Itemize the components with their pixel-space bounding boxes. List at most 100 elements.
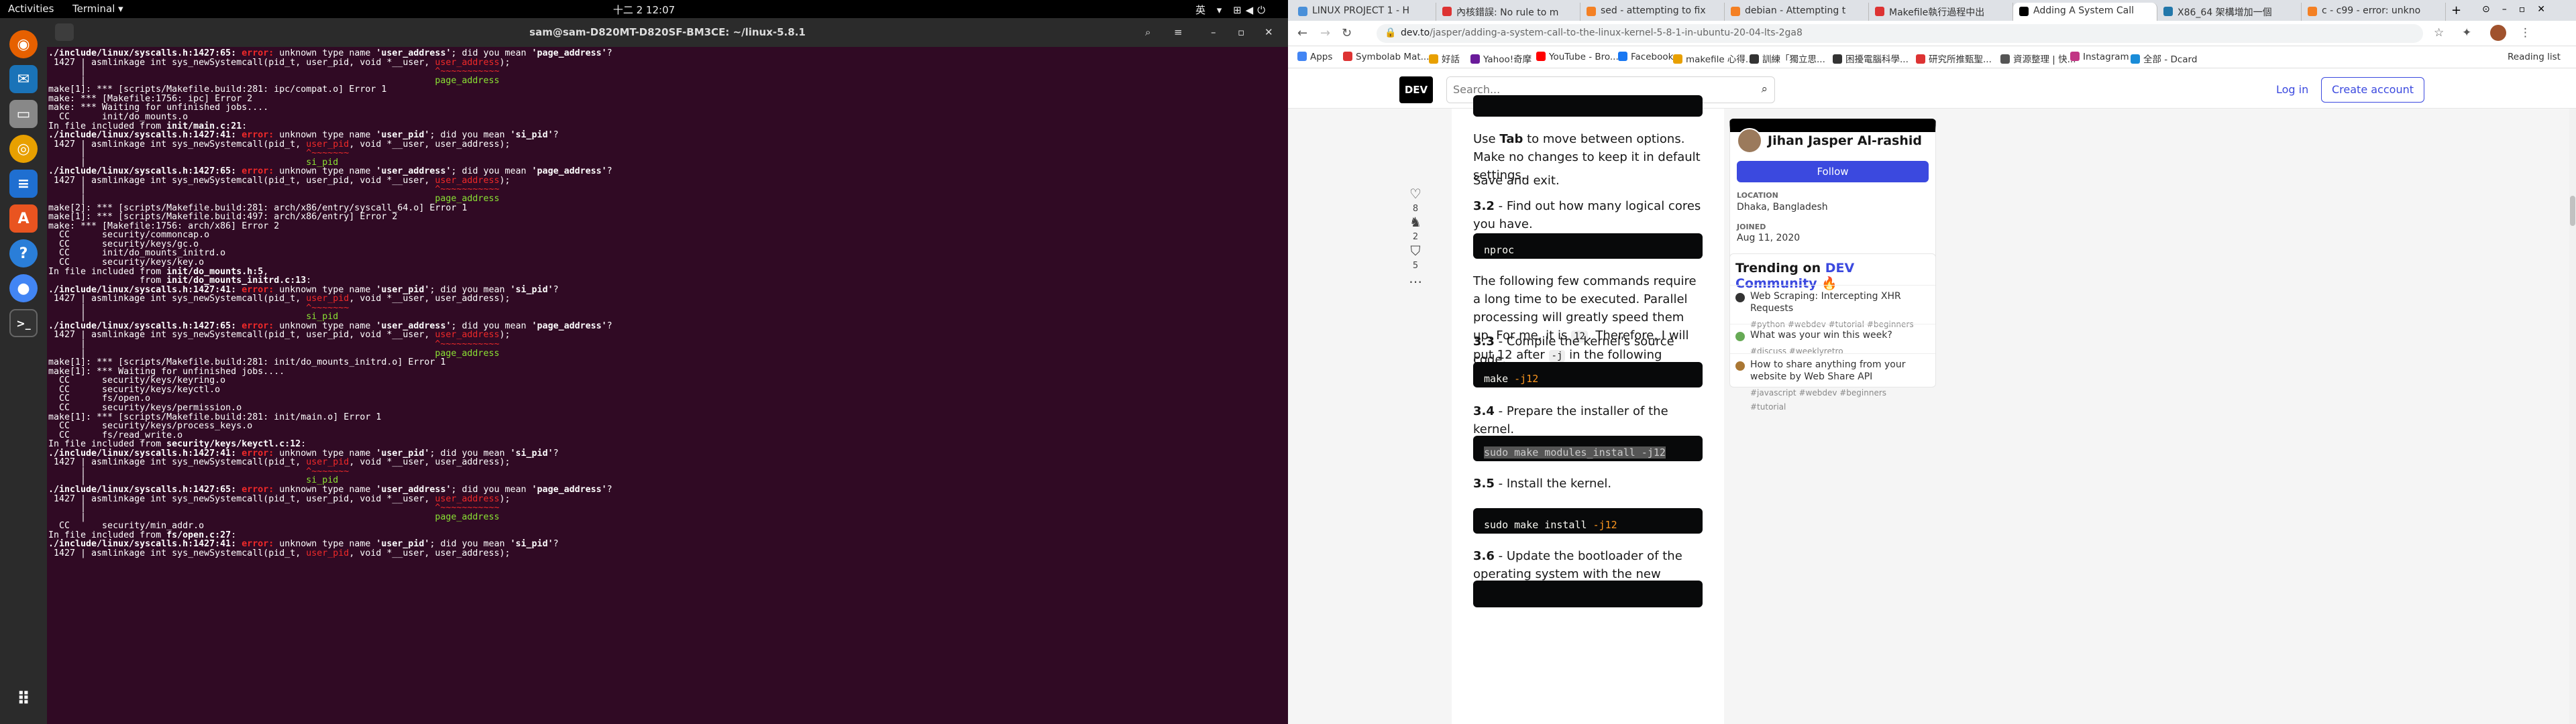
close-icon[interactable]: ✕ (1265, 26, 1273, 38)
youtube-icon (1536, 52, 1546, 61)
bookmark-item[interactable]: 全部 - Dcard (2131, 52, 2197, 65)
facebook-icon (1618, 52, 1627, 61)
tab-debian[interactable]: debian - Attempting t (1725, 3, 1869, 21)
forward-icon[interactable]: → (1320, 26, 1330, 40)
browser-toolbar: ← → ↻ 🔒 dev.to/jasper/adding-a-system-cal… (1288, 21, 2576, 46)
avatar (1735, 293, 1745, 302)
terminal-window[interactable]: sam@sam-D820MT-D820SF-BM3CE: ~/linux-5.8… (47, 18, 1288, 724)
address-bar[interactable]: 🔒 dev.to/jasper/adding-a-system-call-to-t… (1377, 24, 2423, 43)
code-block: sudo make modules_install -j12 (1473, 436, 1703, 461)
terminal-title: sam@sam-D820MT-D820SF-BM3CE: ~/linux-5.8… (529, 26, 806, 38)
code-block (1473, 95, 1703, 117)
window-controls[interactable]: ⊙–▫✕ (2482, 4, 2557, 15)
app-menu[interactable]: Terminal ▾ (72, 3, 123, 15)
paragraph: Save and exit. (1473, 174, 1560, 188)
menu-icon[interactable]: ≡ (1174, 26, 1183, 38)
bookmarks-bar: Apps Symbolab Mat... 好話 Yahoo!奇摩 YouTube… (1288, 46, 2576, 68)
bookmark-item[interactable]: Apps (1297, 52, 1332, 62)
terminal-output: ./include/linux/syscalls.h:1427:65: erro… (48, 49, 612, 558)
avatar (1735, 332, 1745, 341)
joined-date: Aug 11, 2020 (1737, 233, 1801, 243)
unicorn-count: 2 (1412, 232, 1419, 242)
favicon-icon (1587, 7, 1596, 16)
help-icon[interactable]: ? (9, 239, 38, 267)
favicon-icon (2163, 7, 2173, 16)
search-icon[interactable]: ⌕ (1761, 82, 1768, 96)
author-name[interactable]: Jihan Jasper Al-rashid (1768, 133, 1922, 148)
heart-icon[interactable]: ♡ (1402, 186, 1429, 202)
minimize-icon[interactable]: – (1211, 26, 1216, 38)
maximize-icon[interactable]: ▫ (1238, 26, 1244, 38)
unicorn-icon[interactable]: ♞ (1402, 214, 1429, 230)
trending-card: Trending on DEV Community 🔥 Web Scraping… (1729, 253, 1936, 412)
system-tray[interactable]: 英 ▾ ⊞◀⏻ (1195, 3, 1269, 17)
bookmark-item[interactable]: 研究所推甄聖... (1916, 52, 1992, 65)
tab-sed[interactable]: sed - attempting to fix (1580, 3, 1725, 21)
tab-linux-project[interactable]: LINUX PROJECT 1 - H (1292, 3, 1436, 21)
tab-kernel-error[interactable]: 內核錯誤: No rule to m (1436, 3, 1580, 21)
bookmark-item[interactable]: 資源整理 | 快... (2000, 52, 2076, 65)
avatar[interactable] (2490, 25, 2506, 41)
trending-item[interactable]: How to share anything from your website … (1750, 359, 1930, 413)
bookmark-item[interactable]: Instagram (2070, 52, 2129, 62)
bookmark-item[interactable]: YouTube - Bro... (1536, 52, 1619, 62)
thunderbird-icon[interactable]: ✉ (9, 65, 38, 93)
code-block: sudo make install -j12 (1473, 508, 1703, 534)
tab-x86[interactable]: X86_64 架構增加一個 (2157, 3, 2302, 21)
folder-icon (1429, 54, 1438, 64)
reading-list[interactable]: Reading list (2508, 52, 2561, 62)
show-apps-icon[interactable]: ⠿ (9, 685, 38, 713)
activities-button[interactable]: Activities (8, 3, 54, 15)
more-icon[interactable]: ⋯ (1402, 274, 1429, 290)
step-heading: 3.2 - Find out how many logical cores yo… (1473, 199, 1701, 231)
save-count: 5 (1412, 261, 1419, 271)
trending-title: Trending on DEV Community 🔥 (1735, 261, 1855, 291)
terminal-header: sam@sam-D820MT-D820SF-BM3CE: ~/linux-5.8… (47, 18, 1288, 47)
software-icon[interactable]: A (9, 204, 38, 233)
bookmark-item[interactable]: Yahoo!奇摩 (1470, 52, 1532, 65)
dcard-icon (2131, 54, 2140, 64)
step-heading: 3.4 - Prepare the installer of the kerne… (1473, 404, 1668, 436)
lock-icon: 🔒 (1385, 27, 1397, 38)
bookmark-item[interactable]: 好話 (1429, 52, 1460, 65)
bookmark-item[interactable]: 困擾電腦科學... (1833, 52, 1909, 65)
tab-adding-system-call[interactable]: Adding A System Call (2013, 3, 2157, 21)
clock[interactable]: 十二 2 12:07 (604, 3, 684, 17)
reload-icon[interactable]: ↻ (1342, 26, 1352, 40)
input-method[interactable]: 英 ▾ (1195, 4, 1226, 16)
new-tab-icon[interactable]: + (2451, 3, 2461, 17)
extensions-icon[interactable]: ✦ (2462, 26, 2471, 40)
follow-button[interactable]: Follow (1737, 161, 1929, 182)
search-icon[interactable]: ⌕ (1145, 26, 1150, 38)
heart-count: 8 (1412, 204, 1419, 214)
create-account-button[interactable]: Create account (2321, 77, 2424, 103)
step-heading: 3.5 - Install the kernel. (1473, 477, 1612, 491)
tab-c99[interactable]: c - c99 - error: unkno (2302, 3, 2446, 21)
files-icon[interactable]: ▭ (9, 100, 38, 128)
scrollbar-thumb[interactable] (2570, 196, 2575, 226)
terminal-icon[interactable]: >_ (9, 309, 38, 337)
chrome-window: LINUX PROJECT 1 - H 內核錯誤: No rule to m s… (1288, 0, 2576, 724)
favicon-icon (1731, 7, 1740, 16)
code-block: nproc (1473, 233, 1703, 259)
code-block (1473, 581, 1703, 607)
bookmark-item[interactable]: 訓練「獨立思... (1750, 52, 1825, 65)
rhythmbox-icon[interactable]: ◎ (9, 135, 38, 163)
trending-item[interactable]: Web Scraping: Intercepting XHR Requests … (1750, 290, 1930, 330)
tab-makefile[interactable]: Makefile執行過程中出 (1869, 3, 2013, 21)
chrome-icon[interactable]: ● (9, 274, 38, 302)
bookmark-item[interactable]: Facebook (1618, 52, 1673, 62)
avatar[interactable] (1737, 128, 1762, 154)
firefox-icon[interactable]: ◉ (9, 30, 38, 58)
writer-icon[interactable]: ≡ (9, 170, 38, 198)
bookmark-icon[interactable]: ⛉ (1402, 243, 1429, 259)
bookmark-item[interactable]: Symbolab Mat... (1343, 52, 1430, 62)
location-label: LOCATION (1737, 191, 1778, 200)
login-link[interactable]: Log in (2276, 83, 2308, 96)
dev-logo[interactable]: DEV (1399, 76, 1433, 103)
star-icon[interactable]: ☆ (2434, 26, 2444, 40)
more-icon[interactable]: ⋮ (2520, 26, 2531, 40)
bookmark-icon (1673, 54, 1682, 64)
back-icon[interactable]: ← (1297, 26, 1307, 40)
bookmark-item[interactable]: makefile 心得... (1673, 52, 1754, 65)
